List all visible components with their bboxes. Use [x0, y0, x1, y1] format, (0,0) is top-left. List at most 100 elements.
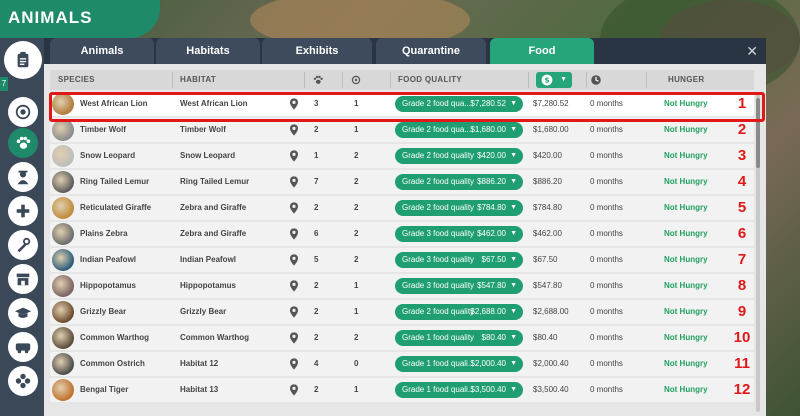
table-row[interactable]: Common Warthog Common Warthog 2 2 Grade … [50, 326, 754, 350]
location-pin-icon[interactable] [290, 150, 298, 162]
food-cost: $2,688.00 [533, 307, 569, 316]
tab-habitats[interactable]: Habitats [156, 38, 260, 64]
pen-button[interactable] [8, 97, 38, 127]
food-quality-dropdown[interactable]: Grade 3 food quality $462.00 ▼ [395, 226, 523, 242]
food-quality-dropdown[interactable]: Grade 3 food quality $67.50 ▼ [395, 252, 523, 268]
paw-icon [313, 75, 323, 84]
column-food-quality[interactable]: FOOD QUALITY [398, 70, 462, 90]
hunger-status: Not Hungry [664, 385, 708, 394]
location-pin-icon[interactable] [290, 124, 298, 136]
row-number-label: 1 [737, 95, 747, 112]
animal-count: 2 [314, 333, 319, 342]
habitat-name[interactable]: Habitat 12 [180, 352, 218, 376]
keeper-button[interactable] [8, 162, 38, 192]
table-row[interactable]: Ring Tailed Lemur Ring Tailed Lemur 7 2 … [50, 170, 754, 194]
enrichment-count: 1 [354, 307, 359, 316]
column-time[interactable] [590, 70, 602, 90]
food-price: $784.80 [477, 203, 506, 212]
time-since: 0 months [590, 385, 623, 394]
food-quality-dropdown[interactable]: Grade 2 food quality $886.20 ▼ [395, 174, 523, 190]
mechanic-button[interactable] [8, 230, 38, 260]
column-species[interactable]: SPECIES [58, 70, 95, 90]
clipboard-button[interactable] [4, 41, 42, 79]
sort-cost-button[interactable]: $ ▼ [536, 72, 572, 88]
location-pin-icon[interactable] [290, 306, 298, 318]
table-row[interactable]: Grizzly Bear Grizzly Bear 2 1 Grade 2 fo… [50, 300, 754, 324]
habitat-name[interactable]: Zebra and Giraffe [180, 196, 246, 220]
vet-icon [16, 204, 30, 218]
animals-button[interactable] [8, 128, 38, 158]
shop-button[interactable] [8, 264, 38, 294]
animal-portrait [52, 171, 74, 193]
food-quality-dropdown[interactable]: Grade 2 food quality $2,688.00 ▼ [395, 304, 523, 320]
food-quality-dropdown[interactable]: Grade 1 food quality $80.40 ▼ [395, 330, 523, 346]
location-pin-icon[interactable] [290, 332, 298, 344]
food-quality-dropdown[interactable]: Grade 1 food quali... $3,500.40 ▼ [395, 382, 523, 398]
education-button[interactable] [8, 298, 38, 328]
food-quality-label: Grade 3 food quality [402, 229, 475, 238]
food-quality-dropdown[interactable]: Grade 2 food quality $784.80 ▼ [395, 200, 523, 216]
location-pin-icon[interactable] [290, 228, 298, 240]
clipboard-icon [17, 51, 29, 68]
habitat-name[interactable]: Zebra and Giraffe [180, 222, 246, 246]
table-row[interactable]: Indian Peafowl Indian Peafowl 5 2 Grade … [50, 248, 754, 272]
animal-count: 2 [314, 307, 319, 316]
location-pin-icon[interactable] [290, 254, 298, 266]
location-pin-icon[interactable] [290, 202, 298, 214]
table-row[interactable]: Snow Leopard Snow Leopard 1 2 Grade 2 fo… [50, 144, 754, 168]
column-habitat[interactable]: HABITAT [180, 70, 216, 90]
paw-icon [16, 136, 31, 149]
location-pin-icon[interactable] [290, 384, 298, 396]
tab-quarantine[interactable]: Quarantine [376, 38, 486, 64]
habitat-name[interactable]: Ring Tailed Lemur [180, 170, 249, 194]
column-hunger[interactable]: HUNGER [668, 70, 704, 90]
chevron-down-icon: ▼ [510, 204, 517, 211]
hunger-status: Not Hungry [664, 203, 708, 212]
chevron-down-icon: ▼ [510, 386, 517, 393]
chevron-down-icon: ▼ [510, 126, 517, 133]
flower-button[interactable] [8, 366, 38, 396]
table-row[interactable]: Plains Zebra Zebra and Giraffe 6 2 Grade… [50, 222, 754, 246]
tab-food[interactable]: Food [490, 38, 594, 64]
chevron-down-icon: ▼ [510, 256, 517, 263]
transport-button[interactable] [8, 332, 38, 362]
table-row[interactable]: Reticulated Giraffe Zebra and Giraffe 2 … [50, 196, 754, 220]
chevron-down-icon: ▼ [510, 360, 517, 367]
column-divider [304, 72, 305, 88]
habitat-name[interactable]: Common Warthog [180, 326, 249, 350]
food-price: $80.40 [481, 333, 506, 342]
time-since: 0 months [590, 203, 623, 212]
food-quality-dropdown[interactable]: Grade 2 food quality $420.00 ▼ [395, 148, 523, 164]
habitat-name[interactable]: Snow Leopard [180, 144, 235, 168]
food-quality-dropdown[interactable]: Grade 2 food qua... $1,680.00 ▼ [395, 122, 523, 138]
animal-count: 1 [314, 151, 319, 160]
table-row[interactable]: Bengal Tiger Habitat 13 2 1 Grade 1 food… [50, 378, 754, 402]
time-since: 0 months [590, 359, 623, 368]
food-quality-dropdown[interactable]: Grade 1 food quali... $2,000.40 ▼ [395, 356, 523, 372]
location-pin-icon[interactable] [290, 176, 298, 188]
location-pin-icon[interactable] [290, 280, 298, 292]
habitat-name[interactable]: Indian Peafowl [180, 248, 236, 272]
animal-portrait [52, 327, 74, 349]
table-row[interactable]: Hippopotamus Hippopotamus 2 1 Grade 3 fo… [50, 274, 754, 298]
food-quality-dropdown[interactable]: Grade 3 food quality $547.80 ▼ [395, 278, 523, 294]
vet-button[interactable] [8, 196, 38, 226]
hunger-status: Not Hungry [664, 177, 708, 186]
column-enrichment[interactable] [350, 70, 362, 90]
habitat-name[interactable]: Grizzly Bear [180, 300, 226, 324]
habitat-name[interactable]: Habitat 13 [180, 378, 218, 402]
enrichment-count: 2 [354, 255, 359, 264]
close-icon[interactable]: ✕ [746, 43, 758, 60]
tab-exhibits[interactable]: Exhibits [262, 38, 372, 64]
column-paw-count[interactable] [312, 70, 324, 90]
species-name: Ring Tailed Lemur [80, 177, 150, 186]
hunger-status: Not Hungry [664, 359, 708, 368]
dollar-icon: $ [541, 74, 553, 86]
sidebar-badge: 7 [0, 77, 8, 91]
location-pin-icon[interactable] [290, 358, 298, 370]
table-row[interactable]: Common Ostrich Habitat 12 4 0 Grade 1 fo… [50, 352, 754, 376]
column-divider [528, 72, 529, 88]
habitat-name[interactable]: Hippopotamus [180, 274, 236, 298]
education-icon [14, 307, 32, 318]
tab-animals[interactable]: Animals [50, 38, 154, 64]
